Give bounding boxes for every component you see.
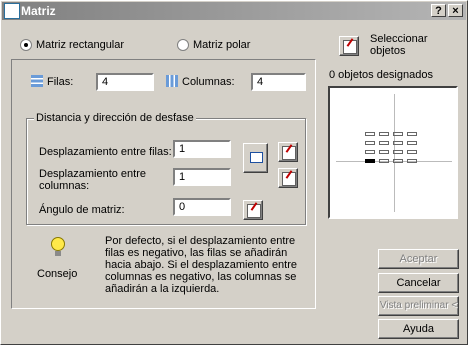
tip-label: Consejo	[37, 268, 78, 280]
preview-cell	[393, 141, 403, 145]
columns-label: Columnas:	[182, 76, 235, 88]
preview-cell	[407, 159, 417, 163]
preview-button[interactable]: Vista preliminar <	[378, 296, 459, 316]
preview-cell	[365, 132, 375, 136]
polar-array-radio[interactable]	[177, 39, 189, 51]
rectangular-array-label[interactable]: Matriz rectangular	[36, 39, 124, 51]
preview-cell	[393, 132, 403, 136]
column-offset-label: Desplazamiento entre columnas:	[39, 168, 147, 192]
window-title: Matriz	[21, 4, 56, 18]
close-button[interactable]: ×	[448, 4, 463, 17]
pick-angle-icon	[247, 204, 261, 218]
selection-count: 0 objetos designados	[329, 69, 433, 81]
polar-array-label[interactable]: Matriz polar	[193, 39, 250, 51]
column-offset-input[interactable]: 1	[173, 168, 231, 186]
rows-icon	[31, 75, 43, 87]
row-offset-input[interactable]: 1	[173, 140, 231, 158]
pick-column-offset-button[interactable]	[278, 168, 298, 188]
preview-cell	[379, 132, 389, 136]
pick-rectangle-icon	[250, 152, 263, 163]
preview-cell	[365, 150, 375, 154]
preview-cell	[393, 159, 403, 163]
tip-text: Por defecto, si el desplazamiento entre …	[105, 235, 298, 295]
array-dialog: Matriz ? × Matriz rectangular Matriz pol…	[0, 0, 468, 345]
columns-input[interactable]: 4	[251, 73, 306, 91]
pick-point-icon	[282, 146, 296, 160]
preview-cell	[379, 150, 389, 154]
columns-icon	[166, 75, 178, 87]
pick-row-offset-button[interactable]	[278, 142, 298, 162]
pick-angle-button[interactable]	[243, 200, 263, 220]
pick-objects-icon	[343, 40, 357, 54]
help-title-button[interactable]: ?	[431, 4, 446, 17]
rows-input[interactable]: 4	[96, 73, 154, 91]
title-bar[interactable]: Matriz ? ×	[2, 2, 466, 20]
array-app-icon	[4, 3, 20, 19]
help-button[interactable]: Ayuda	[378, 319, 459, 339]
pick-both-offsets-button[interactable]	[243, 143, 268, 173]
preview-cell	[379, 141, 389, 145]
preview-cell	[393, 150, 403, 154]
array-preview	[328, 86, 458, 219]
row-offset-label: Desplazamiento entre filas:	[39, 146, 172, 158]
select-objects-button[interactable]	[339, 36, 359, 56]
preview-cell	[407, 150, 417, 154]
ok-button[interactable]: Aceptar	[378, 249, 459, 269]
preview-cell	[379, 159, 389, 163]
preview-base-cell	[365, 159, 375, 163]
lightbulb-icon	[49, 237, 67, 259]
preview-cell	[365, 141, 375, 145]
offset-group-caption: Distancia y dirección de desfase	[34, 112, 196, 124]
angle-input[interactable]: 0	[173, 198, 231, 216]
preview-cell	[407, 132, 417, 136]
cancel-button[interactable]: Cancelar	[378, 273, 459, 293]
angle-label: Ángulo de matriz:	[39, 204, 125, 216]
rectangular-array-radio[interactable]	[20, 39, 32, 51]
rows-label: Filas:	[47, 76, 74, 88]
pick-point-icon	[282, 172, 296, 186]
preview-cell	[407, 141, 417, 145]
select-objects-label: Seleccionar objetos	[370, 33, 428, 57]
